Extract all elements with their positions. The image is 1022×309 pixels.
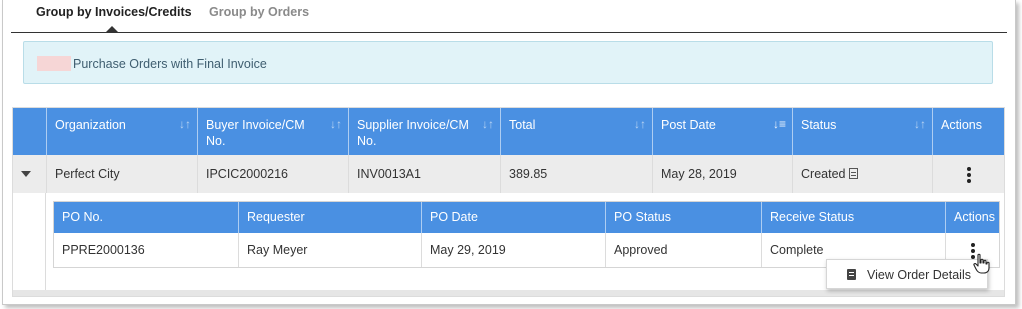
sort-icon[interactable]: ↓↑ (634, 116, 646, 132)
column-header-organization[interactable]: Organization ↓↑ (46, 108, 197, 155)
column-header-total[interactable]: Total ↓↑ (500, 108, 652, 155)
column-header-status[interactable]: Status ↓↑ (792, 108, 932, 155)
cell-total: 389.85 (500, 155, 652, 193)
legend-text: Purchase Orders with Final Invoice (73, 57, 267, 71)
hand-cursor-icon (973, 253, 990, 274)
legend-banner: Purchase Orders with Final Invoice (23, 41, 993, 84)
expanded-row-gutter (13, 193, 46, 296)
cell-organization: Perfect City (46, 155, 197, 193)
cell-actions (932, 155, 1004, 193)
table-header: Organization ↓↑ Buyer Invoice/CM No. ↓↑ … (13, 108, 1004, 155)
column-header-buyer-invoice[interactable]: Buyer Invoice/CM No. ↓↑ (197, 108, 348, 155)
cell-supplier-invoice: INV0013A1 (348, 155, 500, 193)
document-icon (847, 269, 856, 280)
cell-po-status: Approved (605, 233, 761, 267)
cell-requester: Ray Meyer (238, 233, 421, 267)
table-row[interactable]: Perfect City IPCIC2000216 INV0013A1 389.… (13, 155, 1004, 193)
sort-icon[interactable]: ↓↑ (179, 116, 191, 132)
collapse-row-icon[interactable] (21, 171, 31, 177)
cell-post-date: May 28, 2019 (652, 155, 792, 193)
subcolumn-po-status: PO Status (605, 202, 761, 233)
document-icon[interactable] (849, 168, 859, 179)
cell-po-no: PPRE2000136 (62, 243, 145, 257)
tab-group-by-orders[interactable]: Group by Orders (209, 5, 309, 19)
tab-group-by-invoices[interactable]: Group by Invoices/Credits (36, 5, 192, 19)
subcolumn-receive-status: Receive Status (761, 202, 945, 233)
row-actions-kebab-icon[interactable] (966, 167, 971, 185)
sort-desc-icon[interactable]: ↓≡ (773, 116, 786, 132)
legend-swatch (37, 56, 71, 71)
status-text: Created (801, 167, 846, 181)
menu-item-label: View Order Details (867, 268, 971, 282)
column-header-actions: Actions (932, 108, 1004, 155)
row-actions-menu: View Order Details (826, 259, 988, 289)
subcolumn-po-no: PO No. (62, 210, 103, 224)
table-footer-strip (13, 290, 1004, 296)
cell-buyer-invoice: IPCIC2000216 (197, 155, 348, 193)
subcolumn-actions: Actions (945, 202, 999, 233)
subcolumn-requester: Requester (238, 202, 421, 233)
column-header-supplier-invoice[interactable]: Supplier Invoice/CM No. ↓↑ (348, 108, 500, 155)
window-frame: Group by Invoices/Credits Group by Order… (2, 0, 1016, 305)
sort-icon[interactable]: ↓↑ (914, 116, 926, 132)
orders-subtable: PO No. Requester PO Date PO Status Recei… (53, 201, 1000, 268)
sort-icon[interactable]: ↓↑ (330, 116, 342, 132)
subcolumn-po-date: PO Date (421, 202, 605, 233)
tab-bar: Group by Invoices/Credits Group by Order… (11, 0, 1007, 33)
cell-status: Created (792, 155, 932, 193)
active-tab-caret-icon (105, 26, 119, 33)
sort-icon[interactable]: ↓↑ (482, 116, 494, 132)
subtable-header: PO No. Requester PO Date PO Status Recei… (54, 202, 999, 233)
column-header-post-date[interactable]: Post Date ↓≡ (652, 108, 792, 155)
cell-po-date: May 29, 2019 (421, 233, 605, 267)
